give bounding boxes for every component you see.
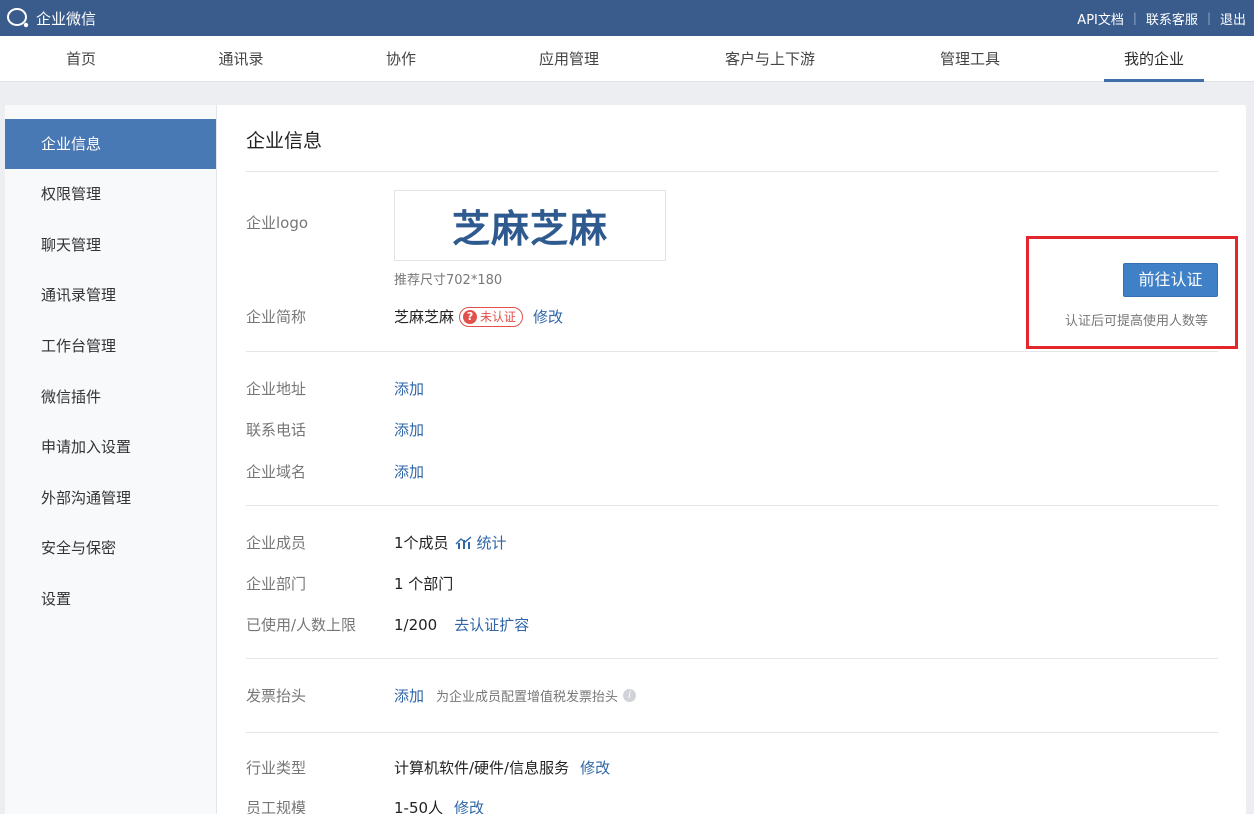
divider bbox=[246, 732, 1218, 733]
verify-note: 认证后可提高使用人数等 bbox=[1065, 314, 1209, 329]
usage-label: 已使用/人数上限 bbox=[246, 616, 357, 634]
logo-label: 企业logo bbox=[246, 214, 309, 232]
sidebar-item-contacts[interactable]: 通讯录管理 bbox=[5, 270, 216, 320]
page-title: 企业信息 bbox=[246, 130, 323, 152]
members-value: 1个成员 bbox=[394, 534, 449, 552]
industry-label: 行业类型 bbox=[246, 759, 307, 777]
short-name-value: 芝麻芝麻 bbox=[394, 308, 455, 326]
staff-size-value: 1-50人 bbox=[394, 799, 444, 814]
top-links: API文档 | 联系客服 | 退出 bbox=[1077, 0, 1246, 36]
chat-bubble-icon bbox=[7, 8, 29, 28]
sidebar-item-external[interactable]: 外部沟通管理 bbox=[5, 473, 216, 523]
unverified-badge[interactable]: ? 未认证 bbox=[459, 306, 524, 327]
info-icon[interactable]: i bbox=[623, 689, 637, 702]
nav-active-indicator bbox=[1104, 79, 1204, 82]
divider bbox=[246, 658, 1218, 659]
domain-row: 添加 bbox=[394, 461, 424, 482]
nav-contacts[interactable]: 通讯录 bbox=[218, 36, 263, 82]
add-invoice-link[interactable]: 添加 bbox=[394, 685, 424, 706]
stats-link[interactable]: 统计 bbox=[477, 532, 507, 553]
address-label: 企业地址 bbox=[246, 380, 307, 398]
industry-row: 计算机软件/硬件/信息服务 修改 bbox=[394, 757, 610, 778]
invoice-label: 发票抬头 bbox=[246, 687, 307, 705]
members-label: 企业成员 bbox=[246, 534, 307, 552]
staff-size-label: 员工规模 bbox=[246, 799, 307, 814]
sidebar-item-permissions[interactable]: 权限管理 bbox=[5, 169, 216, 219]
brand-logo[interactable]: 企业微信 bbox=[6, 6, 96, 30]
sidebar-item-enterprise-info[interactable]: 企业信息 bbox=[5, 119, 216, 169]
departments-label: 企业部门 bbox=[246, 575, 307, 593]
invoice-row: 添加 为企业成员配置增值税发票抬头 i bbox=[394, 685, 637, 706]
sidebar-item-settings[interactable]: 设置 bbox=[5, 574, 216, 624]
nav-collaboration[interactable]: 协作 bbox=[386, 36, 416, 82]
edit-industry-link[interactable]: 修改 bbox=[580, 757, 610, 778]
usage-row: 1/200 去认证扩容 bbox=[394, 614, 529, 635]
members-row: 1个成员 统计 bbox=[394, 532, 507, 553]
divider: | bbox=[1206, 11, 1211, 25]
divider: | bbox=[1132, 11, 1137, 25]
api-docs-link[interactable]: API文档 bbox=[1077, 9, 1124, 28]
question-icon: ? bbox=[463, 309, 478, 324]
badge-text: 未认证 bbox=[480, 310, 517, 324]
short-name-label: 企业简称 bbox=[246, 308, 307, 326]
sidebar-item-chat[interactable]: 聊天管理 bbox=[5, 220, 216, 270]
nav-my-enterprise[interactable]: 我的企业 bbox=[1124, 36, 1184, 82]
sidebar: 企业信息 权限管理 聊天管理 通讯录管理 工作台管理 微信插件 申请加入设置 外… bbox=[5, 105, 217, 814]
sidebar-item-join-settings[interactable]: 申请加入设置 bbox=[5, 422, 216, 472]
divider bbox=[246, 351, 1218, 352]
domain-label: 企业域名 bbox=[246, 463, 307, 481]
staff-size-row: 1-50人 修改 bbox=[394, 797, 484, 814]
add-address-link[interactable]: 添加 bbox=[394, 378, 424, 399]
nav-admin-tools[interactable]: 管理工具 bbox=[940, 36, 1000, 82]
short-name-row: 芝麻芝麻 ? 未认证 修改 bbox=[394, 306, 563, 327]
logo-text: 芝麻芝麻 bbox=[451, 207, 608, 251]
nav-home[interactable]: 首页 bbox=[66, 36, 96, 82]
go-verify-button[interactable]: 前往认证 bbox=[1123, 263, 1218, 297]
brand-name: 企业微信 bbox=[36, 9, 97, 28]
sidebar-item-workbench[interactable]: 工作台管理 bbox=[5, 321, 216, 371]
edit-staff-size-link[interactable]: 修改 bbox=[454, 797, 484, 814]
sidebar-item-wechat-plugin[interactable]: 微信插件 bbox=[5, 372, 216, 422]
nav-app-management[interactable]: 应用管理 bbox=[539, 36, 599, 82]
invoice-note: 为企业成员配置增值税发票抬头 bbox=[436, 690, 619, 705]
add-domain-link[interactable]: 添加 bbox=[394, 461, 424, 482]
logout-link[interactable]: 退出 bbox=[1220, 9, 1246, 28]
enterprise-logo[interactable]: 芝麻芝麻 bbox=[394, 190, 666, 261]
add-phone-link[interactable]: 添加 bbox=[394, 419, 424, 440]
nav-customers[interactable]: 客户与上下游 bbox=[725, 36, 815, 82]
phone-label: 联系电话 bbox=[246, 421, 307, 439]
main-panel: 企业信息 权限管理 聊天管理 通讯录管理 工作台管理 微信插件 申请加入设置 外… bbox=[5, 105, 1246, 814]
main-nav: 首页 通讯录 协作 应用管理 客户与上下游 管理工具 我的企业 bbox=[0, 36, 1254, 82]
divider bbox=[246, 505, 1218, 506]
departments-value: 1 个部门 bbox=[394, 575, 454, 593]
usage-value: 1/200 bbox=[394, 615, 438, 634]
industry-value: 计算机软件/硬件/信息服务 bbox=[394, 759, 570, 777]
chart-icon bbox=[455, 535, 471, 549]
expand-capacity-link[interactable]: 去认证扩容 bbox=[454, 614, 529, 635]
contact-support-link[interactable]: 联系客服 bbox=[1146, 9, 1198, 28]
top-bar: 企业微信 API文档 | 联系客服 | 退出 bbox=[0, 0, 1254, 36]
logo-size-hint: 推荐尺寸702*180 bbox=[394, 273, 503, 288]
edit-short-name-link[interactable]: 修改 bbox=[533, 306, 563, 327]
phone-row: 添加 bbox=[394, 419, 424, 440]
address-row: 添加 bbox=[394, 378, 424, 399]
divider bbox=[246, 171, 1218, 172]
sidebar-item-security[interactable]: 安全与保密 bbox=[5, 523, 216, 573]
